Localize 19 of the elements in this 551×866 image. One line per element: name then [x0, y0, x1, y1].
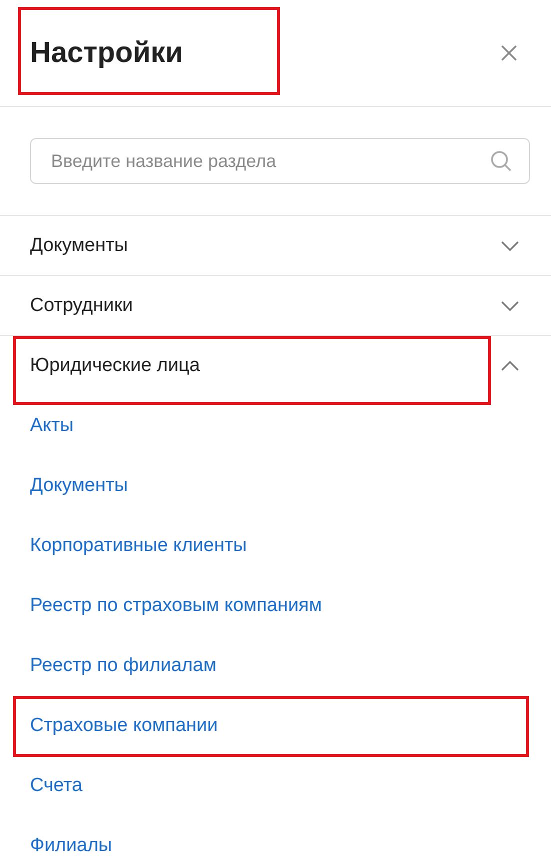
chevron-icon	[501, 240, 519, 250]
close-button[interactable]	[499, 43, 519, 63]
submenu-link[interactable]: Филиалы	[30, 835, 112, 857]
submenu-link[interactable]: Счета	[30, 775, 82, 797]
section-header[interactable]: Сотрудники	[0, 276, 551, 336]
submenu-link[interactable]: Документы	[30, 475, 128, 497]
submenu-link[interactable]: Корпоративные клиенты	[30, 535, 247, 557]
search-icon	[490, 150, 512, 172]
submenu-link[interactable]: Реестр по филиалам	[30, 655, 216, 677]
submenu-link[interactable]: Реестр по страховым компаниям	[30, 595, 322, 617]
close-icon	[499, 43, 519, 63]
submenu-link[interactable]: Страховые компании	[30, 715, 218, 737]
chevron-icon	[501, 300, 519, 310]
section-header[interactable]: Юридические лица	[0, 336, 551, 396]
submenu-link[interactable]: Акты	[30, 415, 74, 437]
search-field[interactable]: Введите название раздела	[30, 138, 530, 184]
section-header[interactable]: Документы	[0, 216, 551, 276]
panel-title: Настройки	[30, 36, 184, 68]
chevron-icon	[501, 361, 519, 371]
